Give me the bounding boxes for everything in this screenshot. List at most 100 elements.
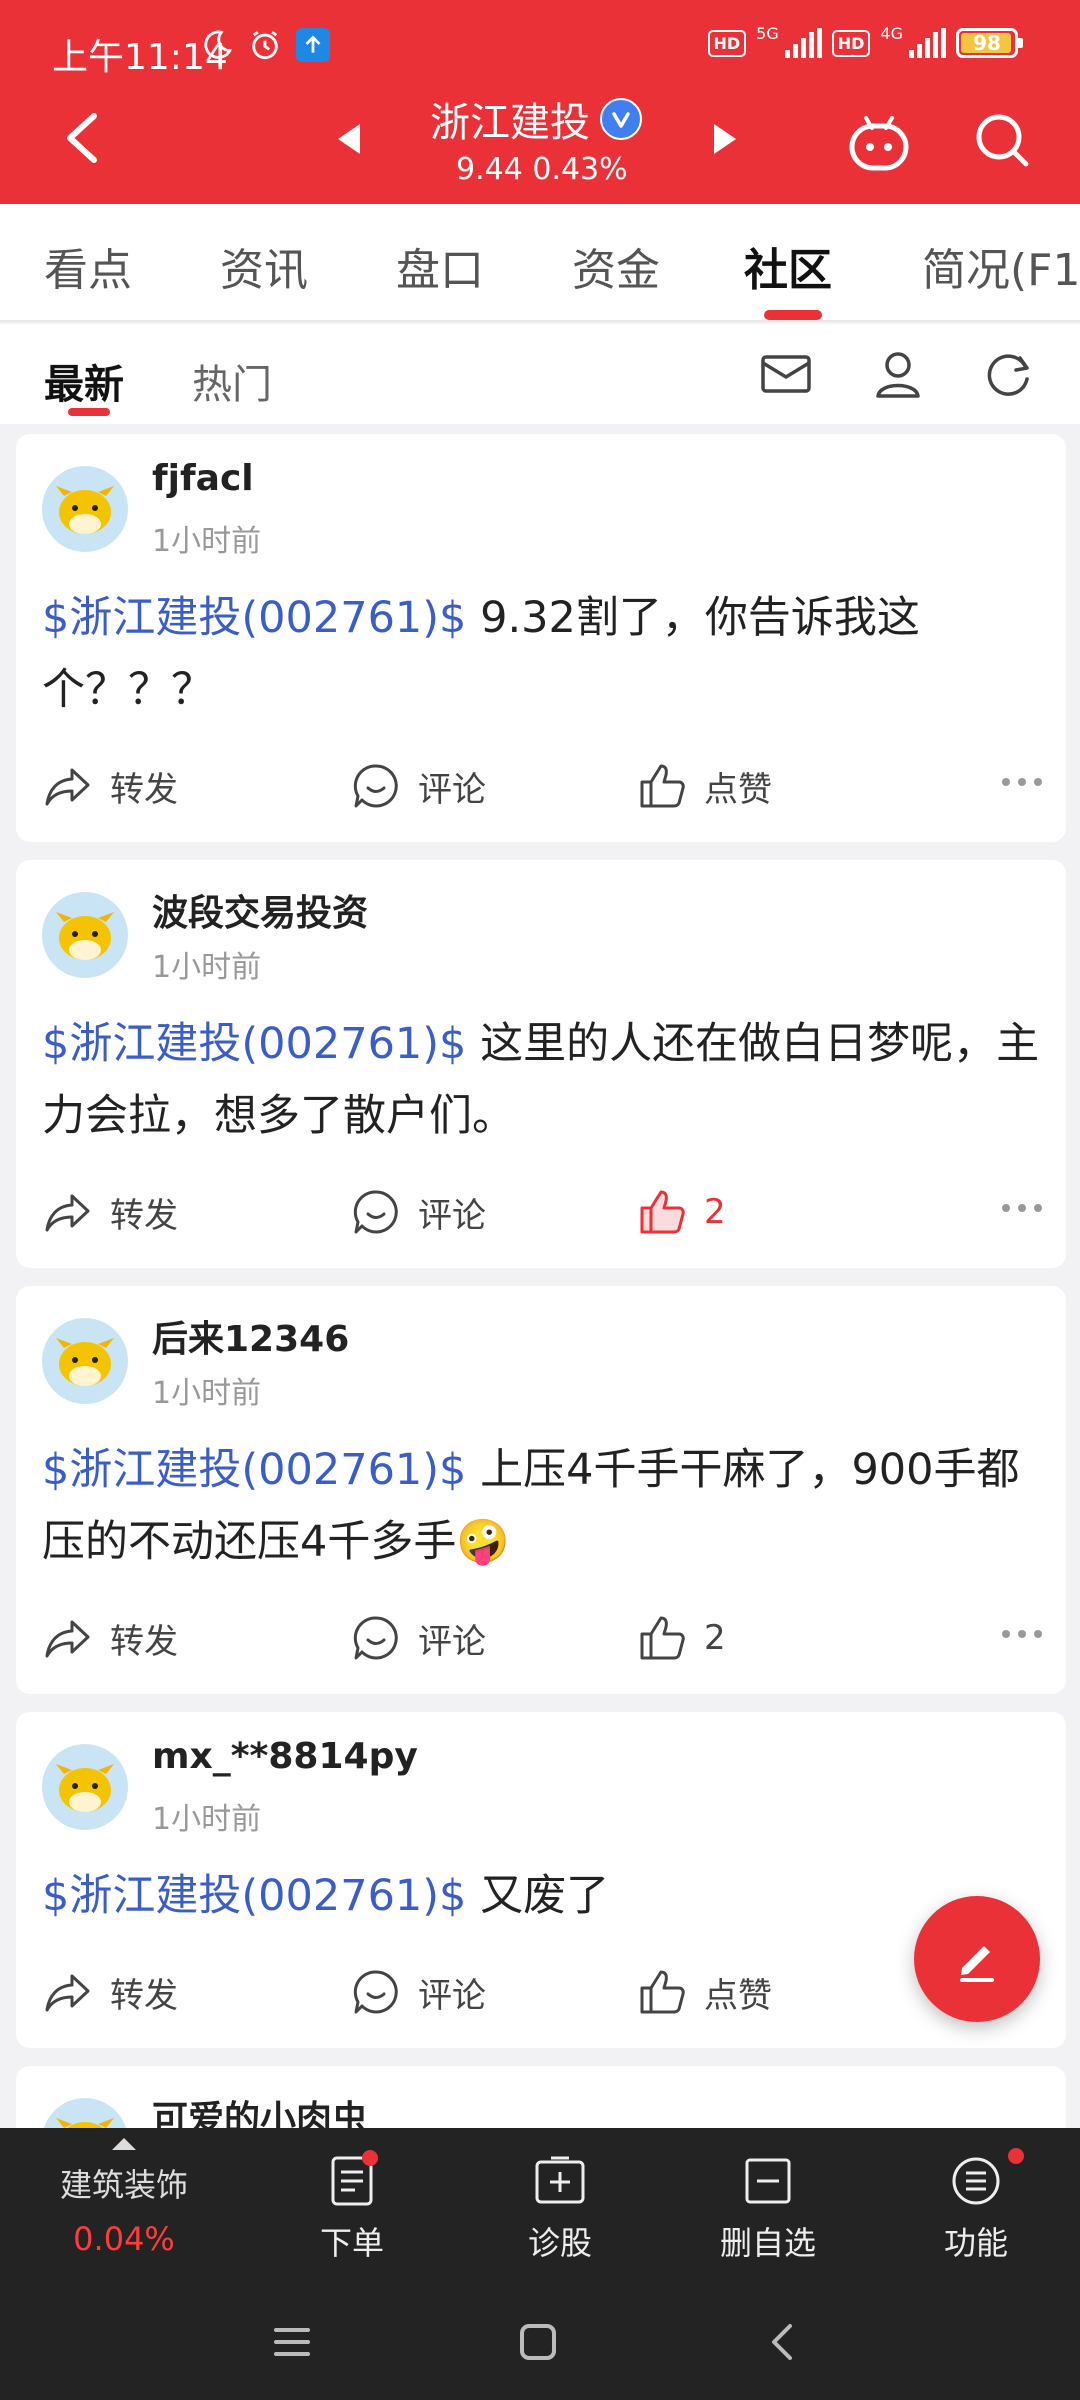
refresh-icon[interactable] <box>980 346 1036 402</box>
network-4g-label: 4G <box>880 23 903 43</box>
avatar[interactable] <box>42 2098 128 2128</box>
bottom-action-bar: 建筑装饰 0.04% 下单 诊股 删自选 功能 <box>0 2128 1080 2278</box>
comment-button[interactable]: 评论 <box>350 1612 486 1664</box>
post-time: 1小时前 <box>152 524 262 559</box>
avatar[interactable] <box>42 1744 128 1830</box>
more-options-icon[interactable] <box>1002 778 1042 786</box>
post-username[interactable]: 可爱的小肉虫 <box>152 2090 368 2128</box>
signal-icon-2 <box>909 28 946 58</box>
remove-watchlist-button[interactable]: 删自选 <box>668 2152 868 2264</box>
post-content[interactable]: $浙江建投(002761)$ 这里的人还在做白日梦呢，主力会拉，想多了散户们。 <box>42 1008 1042 1152</box>
signal-icon <box>784 28 822 58</box>
like-button[interactable]: 点赞 <box>636 760 772 812</box>
battery-icon: 98 <box>956 28 1023 58</box>
hd-badge-2: HD <box>831 29 871 57</box>
stock-header: 上午11:14 HD 5G HD 4G 98 浙江建投 9.44 0.43% <box>0 0 1080 204</box>
more-options-icon[interactable] <box>1002 1204 1042 1212</box>
previous-stock-icon[interactable] <box>336 122 362 160</box>
menu-circle-icon <box>952 2157 1000 2205</box>
recent-apps-icon[interactable] <box>262 2312 322 2372</box>
search-icon[interactable] <box>972 110 1032 170</box>
network-5g-label: 5G <box>756 23 779 43</box>
post-card[interactable]: 后来12346 1小时前 $浙江建投(002761)$ 上压4千手干麻了，900… <box>16 1286 1066 1694</box>
main-tab-bar: 看点 资讯 盘口 资金 社区 简况(F10 <box>0 204 1080 322</box>
alarm-icon <box>248 28 282 62</box>
tab-news[interactable]: 资讯 <box>220 234 308 298</box>
stock-tag-link[interactable]: $浙江建投(002761)$ <box>42 593 466 643</box>
post-card[interactable]: mx_**8814py 1小时前 $浙江建投(002761)$ 又废了 转发 评… <box>16 1712 1066 2048</box>
notification-dot <box>362 2150 378 2166</box>
mail-icon[interactable] <box>758 346 814 402</box>
sub-tab-bar: 最新 热门 <box>0 324 1080 424</box>
post-actions: 转发 评论 点赞 <box>42 760 1042 820</box>
comment-button[interactable]: 评论 <box>350 1966 486 2018</box>
community-feed[interactable]: fjfacl 1小时前 $浙江建投(002761)$ 9.32割了，你告诉我这个… <box>0 424 1080 2128</box>
order-button[interactable]: 下单 <box>252 2150 452 2264</box>
functions-button[interactable]: 功能 <box>876 2148 1076 2264</box>
upload-icon <box>296 28 330 62</box>
post-content[interactable]: $浙江建投(002761)$ 9.32割了，你告诉我这个？？？ <box>42 582 1042 726</box>
comment-button[interactable]: 评论 <box>350 760 486 812</box>
emoji-icon: 🤪 <box>456 1517 510 1567</box>
stock-title: 浙江建投 <box>430 90 642 148</box>
avatar[interactable] <box>42 466 128 552</box>
forward-button[interactable]: 转发 <box>42 1612 178 1664</box>
diagnose-button[interactable]: 诊股 <box>460 2152 660 2264</box>
post-actions: 转发 评论 2 <box>42 1612 1042 1672</box>
post-card[interactable]: fjfacl 1小时前 $浙江建投(002761)$ 9.32割了，你告诉我这个… <box>16 434 1066 842</box>
forward-button[interactable]: 转发 <box>42 1186 178 1238</box>
post-actions: 转发 评论 2 <box>42 1186 1042 1246</box>
active-tab-indicator <box>764 310 822 320</box>
notification-dot <box>1008 2148 1024 2164</box>
stock-price: 9.44 0.43% <box>456 152 628 187</box>
forward-button[interactable]: 转发 <box>42 1966 178 2018</box>
stock-tag-link[interactable]: $浙江建投(002761)$ <box>42 1871 466 1921</box>
like-button[interactable]: 点赞 <box>636 1966 772 2018</box>
home-icon[interactable] <box>508 2312 568 2372</box>
sector-info[interactable]: 建筑装饰 0.04% <box>0 2138 248 2258</box>
sector-change: 0.04% <box>73 2220 175 2258</box>
post-username[interactable]: mx_**8814py <box>152 1736 418 1777</box>
user-icon[interactable] <box>870 346 926 402</box>
post-content[interactable]: $浙江建投(002761)$ 上压4千手干麻了，900手都压的不动还压4千多手🤪 <box>42 1434 1042 1578</box>
pencil-icon <box>960 1946 994 1982</box>
back-button[interactable] <box>58 108 108 168</box>
tab-funds[interactable]: 资金 <box>572 234 660 298</box>
avatar[interactable] <box>42 892 128 978</box>
like-button[interactable]: 2 <box>636 1186 726 1238</box>
tab-quotes[interactable]: 盘口 <box>396 234 484 298</box>
tab-highlights[interactable]: 看点 <box>44 234 132 298</box>
stock-tag-link[interactable]: $浙江建投(002761)$ <box>42 1445 466 1495</box>
stock-name: 浙江建投 <box>430 100 590 146</box>
tab-community[interactable]: 社区 <box>744 234 832 298</box>
system-navigation-bar <box>0 2278 1080 2400</box>
post-username[interactable]: 波段交易投资 <box>152 884 368 936</box>
forward-button[interactable]: 转发 <box>42 760 178 812</box>
next-stock-icon[interactable] <box>712 122 738 160</box>
post-card[interactable]: 可爱的小肉虫 <box>16 2066 1066 2128</box>
expand-up-icon[interactable] <box>112 2138 136 2150</box>
hd-badge: HD <box>707 29 747 57</box>
post-time: 1小时前 <box>152 1376 262 1411</box>
stock-tag-link[interactable]: $浙江建投(002761)$ <box>42 1019 466 1069</box>
post-username[interactable]: 后来12346 <box>152 1310 349 1362</box>
status-bar: 上午11:14 HD 5G HD 4G 98 <box>0 0 1080 100</box>
diagnose-icon <box>535 2156 585 2204</box>
avatar[interactable] <box>42 1318 128 1404</box>
compose-post-button[interactable] <box>914 1896 1040 2022</box>
tab-profile[interactable]: 简况(F10 <box>922 234 1080 298</box>
post-content[interactable]: $浙江建投(002761)$ 又废了 <box>42 1860 1042 1932</box>
active-subtab-indicator <box>68 408 110 416</box>
minus-square-icon <box>745 2158 791 2204</box>
subtab-hot[interactable]: 热门 <box>192 352 272 410</box>
subtab-latest[interactable]: 最新 <box>44 352 124 410</box>
comment-button[interactable]: 评论 <box>350 1186 486 1238</box>
post-actions: 转发 评论 点赞 <box>42 1966 1042 2026</box>
post-username[interactable]: fjfacl <box>152 458 254 499</box>
more-options-icon[interactable] <box>1002 1630 1042 1638</box>
moon-icon <box>200 28 234 62</box>
like-button[interactable]: 2 <box>636 1612 726 1664</box>
back-nav-icon[interactable] <box>752 2312 812 2372</box>
robot-assistant-icon[interactable] <box>846 110 912 176</box>
post-card[interactable]: 波段交易投资 1小时前 $浙江建投(002761)$ 这里的人还在做白日梦呢，主… <box>16 860 1066 1268</box>
